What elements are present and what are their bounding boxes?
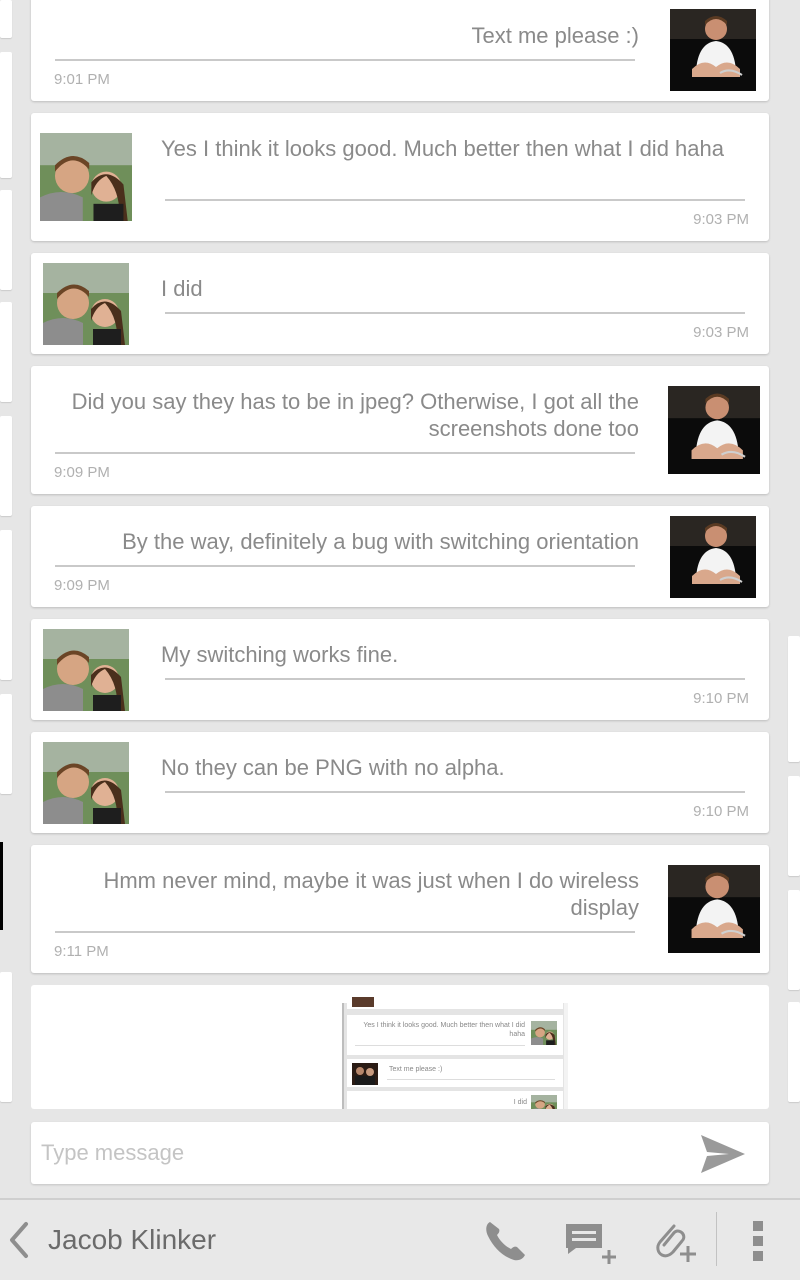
phone-icon bbox=[486, 1222, 525, 1261]
message-timestamp: 9:10 PM bbox=[693, 690, 749, 707]
message-text: Yes I think it looks good. Much better t… bbox=[161, 136, 724, 161]
message-text: By the way, definitely a bug with switch… bbox=[122, 529, 639, 554]
side-card-edge bbox=[788, 636, 800, 762]
side-card-edge bbox=[0, 694, 12, 794]
mms-preview-text: Yes I think it looks good. Much better t… bbox=[363, 1022, 525, 1038]
contact-avatar-other bbox=[40, 133, 132, 221]
message-card-sent[interactable]: Did you say they has to be in jpeg? Othe… bbox=[31, 366, 769, 494]
message-card-sent[interactable]: Hmm never mind, maybe it was just when I… bbox=[31, 845, 769, 973]
mms-preview-avatar bbox=[352, 1063, 378, 1085]
action-bar: Jacob Klinker bbox=[0, 1198, 800, 1280]
message-timestamp: 9:03 PM bbox=[693, 324, 749, 341]
side-card-edge bbox=[788, 890, 800, 990]
contact-avatar-other bbox=[43, 629, 129, 711]
overflow-menu-button[interactable] bbox=[748, 1218, 768, 1264]
side-card-edge bbox=[0, 52, 12, 178]
mms-preview-text: I did bbox=[513, 1099, 527, 1106]
message-divider bbox=[165, 791, 745, 793]
contact-avatar-other bbox=[43, 742, 129, 824]
side-card-edge bbox=[0, 302, 12, 402]
message-card-received[interactable]: No they can be PNG with no alpha. 9:10 P… bbox=[31, 732, 769, 833]
message-divider bbox=[55, 59, 635, 61]
action-bar-separator bbox=[716, 1212, 717, 1266]
message-divider bbox=[165, 678, 745, 680]
side-card-edge bbox=[0, 972, 12, 1102]
new-message-icon bbox=[566, 1224, 616, 1264]
contact-avatar-self bbox=[670, 516, 756, 598]
side-card-edge bbox=[788, 1002, 800, 1102]
message-divider bbox=[165, 199, 745, 201]
mms-image-preview[interactable]: Yes I think it looks good. Much better t… bbox=[342, 995, 568, 1109]
compose-bar bbox=[31, 1122, 769, 1184]
message-timestamp: 9:03 PM bbox=[693, 211, 749, 228]
message-divider bbox=[165, 312, 745, 314]
message-input[interactable] bbox=[31, 1122, 691, 1184]
message-divider bbox=[55, 565, 635, 567]
overflow-menu-icon bbox=[753, 1221, 763, 1261]
attach-button[interactable] bbox=[648, 1216, 698, 1266]
side-card-edge bbox=[788, 776, 800, 876]
call-button[interactable] bbox=[482, 1218, 528, 1264]
message-text: I did bbox=[161, 276, 203, 301]
message-timestamp: 9:10 PM bbox=[693, 803, 749, 820]
contact-avatar-self bbox=[668, 865, 760, 953]
message-card-received[interactable]: My switching works fine. 9:10 PM bbox=[31, 619, 769, 720]
message-text: Text me please :) bbox=[471, 23, 639, 48]
message-timestamp: 9:09 PM bbox=[54, 577, 110, 594]
message-text: Did you say they has to be in jpeg? Othe… bbox=[71, 389, 639, 441]
attach-icon bbox=[656, 1224, 696, 1262]
contact-avatar-self bbox=[670, 9, 756, 91]
action-bar-divider bbox=[0, 1198, 800, 1200]
mms-preview-text: Text me please :) bbox=[389, 1066, 443, 1073]
new-message-button[interactable] bbox=[564, 1222, 620, 1264]
message-card-received[interactable]: I did 9:03 PM bbox=[31, 253, 769, 354]
side-card-edge bbox=[0, 190, 12, 290]
message-divider bbox=[55, 452, 635, 454]
side-card-edge bbox=[0, 0, 12, 38]
send-button[interactable] bbox=[699, 1133, 747, 1175]
message-text: Hmm never mind, maybe it was just when I… bbox=[103, 868, 639, 920]
back-button[interactable] bbox=[4, 1220, 34, 1260]
message-card-received[interactable]: Yes I think it looks good. Much better t… bbox=[31, 113, 769, 241]
send-icon bbox=[701, 1135, 745, 1173]
message-timestamp: 9:09 PM bbox=[54, 464, 110, 481]
side-card-edge bbox=[0, 530, 12, 680]
message-card-sent[interactable]: Text me please :) 9:01 PM bbox=[31, 0, 769, 101]
contact-avatar-other bbox=[43, 263, 129, 345]
mms-preview-avatar bbox=[531, 1021, 557, 1045]
mms-preview-avatar bbox=[531, 1095, 557, 1109]
contact-name[interactable]: Jacob Klinker bbox=[48, 1224, 216, 1256]
message-text: No they can be PNG with no alpha. bbox=[161, 755, 505, 780]
message-timestamp: 9:11 PM bbox=[54, 943, 109, 960]
message-text: My switching works fine. bbox=[161, 642, 399, 667]
side-card-edge bbox=[0, 416, 12, 516]
mms-image-card[interactable]: Yes I think it looks good. Much better t… bbox=[31, 985, 769, 1109]
back-icon bbox=[10, 1222, 28, 1258]
message-divider bbox=[55, 931, 635, 933]
contact-avatar-self bbox=[668, 386, 760, 474]
message-card-sent[interactable]: By the way, definitely a bug with switch… bbox=[31, 506, 769, 607]
message-timestamp: 9:01 PM bbox=[54, 71, 110, 88]
side-card-edge-dark bbox=[0, 842, 3, 930]
